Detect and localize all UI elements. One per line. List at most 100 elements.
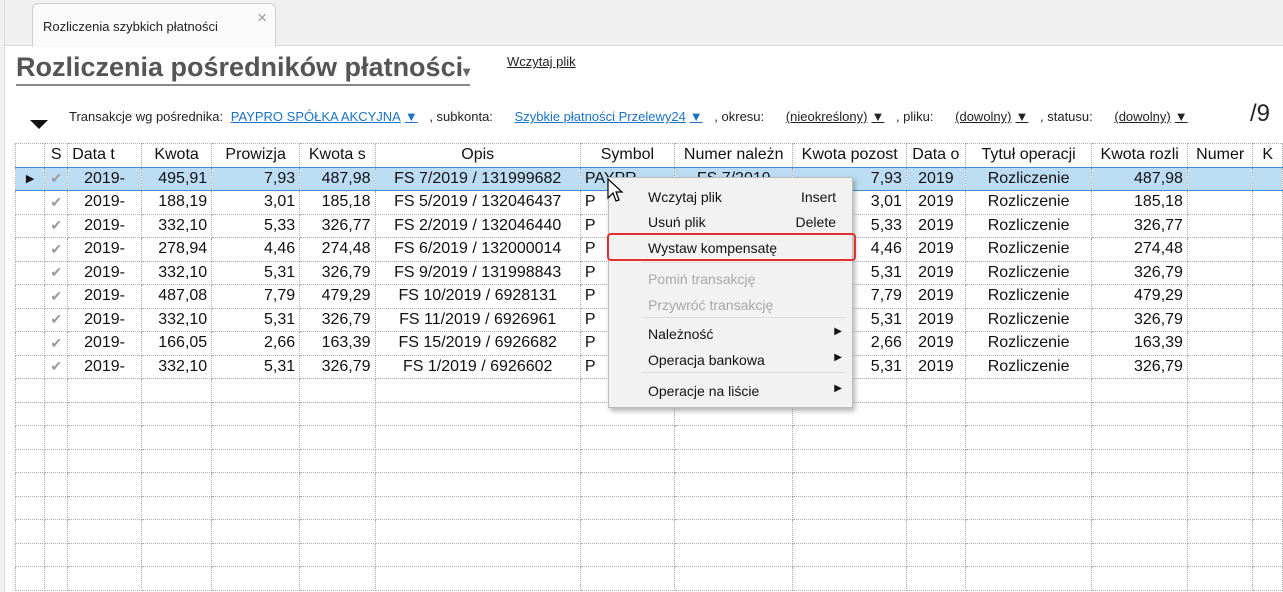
close-icon[interactable]: × (257, 8, 267, 28)
empty-row[interactable] (14, 542, 1283, 567)
menu-item-wystaw-kompensatę[interactable]: Wystaw kompensatę (609, 236, 852, 260)
cell (1252, 472, 1283, 497)
cell: 5,31 (211, 260, 301, 285)
empty-row[interactable] (14, 472, 1283, 497)
empty-row[interactable] (14, 519, 1283, 544)
cell: FS 15/2019 / 6926682 (374, 331, 581, 356)
cell (579, 472, 676, 497)
submenu-arrow-icon: ▶ (834, 352, 842, 363)
cell (44, 448, 69, 473)
cell (1186, 237, 1254, 262)
cell (579, 425, 676, 450)
cell: 2019 (905, 213, 966, 238)
cell (299, 566, 376, 591)
cell (299, 401, 376, 426)
cell (1091, 519, 1188, 544)
row-indicator (14, 542, 46, 567)
column-header[interactable]: Opis (374, 143, 581, 168)
column-header[interactable]: K (1252, 143, 1283, 168)
column-header[interactable]: Data o (905, 143, 966, 168)
column-header[interactable]: Symbol (579, 143, 676, 168)
chevron-down-icon: ▾ (463, 63, 471, 79)
cell: 2019- (67, 237, 142, 262)
row-indicator (14, 307, 46, 332)
context-menu: Wczytaj plik Insert Usuń plik Delete Wystaw … (607, 177, 856, 408)
period-dropdown[interactable]: (nieokreślony) ▼ (786, 109, 889, 124)
column-header[interactable]: S (44, 143, 69, 168)
column-header[interactable]: Kwota pozost (792, 143, 907, 168)
cell (964, 425, 1093, 450)
intermediary-dropdown[interactable]: PAYPRO SPÓŁKA AKCYJNA ▼ (231, 109, 422, 124)
cell (1252, 401, 1283, 426)
status-check-icon: ✔ (44, 260, 69, 285)
cell: 2019- (67, 354, 142, 379)
cell (44, 566, 69, 591)
column-header[interactable]: Numer należn (674, 143, 794, 168)
column-header[interactable]: Data t (67, 143, 142, 168)
empty-row[interactable] (14, 448, 1283, 473)
status-dropdown[interactable]: (dowolny) ▼ (1114, 109, 1191, 124)
status-check-icon: ✔ (44, 190, 69, 215)
cell: Rozliczenie (964, 237, 1093, 262)
status-check-icon: ✔ (44, 307, 69, 332)
cell (299, 425, 376, 450)
menu-item-operacja-bankowa[interactable]: Operacja bankowa ▶ (609, 348, 852, 372)
page-title[interactable]: Rozliczenia pośredników płatności▾ (16, 52, 471, 86)
cell (67, 542, 142, 567)
cell (44, 425, 69, 450)
file-label: , pliku: (895, 109, 934, 124)
cell (1091, 495, 1188, 520)
column-header[interactable]: Tytuł operacji (964, 143, 1093, 168)
left-edge (0, 0, 5, 592)
cell: 188,19 (140, 190, 213, 215)
cell (211, 425, 301, 450)
column-header[interactable]: Kwota s (299, 143, 376, 168)
row-indicator (14, 401, 46, 426)
cell (1252, 542, 1283, 567)
column-header[interactable]: Kwota rozli (1091, 143, 1188, 168)
tab-label: Rozliczenia szybkich płatności (43, 19, 218, 34)
cell (1091, 542, 1188, 567)
tab-rozliczenia[interactable]: Rozliczenia szybkich płatności × (32, 3, 276, 47)
period-value: (nieokreślony) (785, 109, 868, 124)
cell (674, 425, 794, 450)
column-header[interactable]: Prowizja (211, 143, 301, 168)
file-value: (dowolny) (955, 109, 1012, 124)
empty-row[interactable] (14, 566, 1283, 591)
cell (1186, 448, 1254, 473)
file-dropdown[interactable]: (dowolny) ▼ (955, 109, 1032, 124)
cell (792, 425, 907, 450)
empty-row[interactable] (14, 425, 1283, 450)
cell (792, 519, 907, 544)
menu-item-usuń-plik[interactable]: Usuń plik Delete (609, 210, 852, 234)
empty-row[interactable] (14, 495, 1283, 520)
cell (44, 519, 69, 544)
column-header[interactable]: Numer (1186, 143, 1254, 168)
menu-item-należność[interactable]: Należność ▶ (609, 322, 852, 346)
cell (211, 401, 301, 426)
menu-item-przywróć-transakcję[interactable]: Przywróć transakcję (609, 293, 852, 317)
cell: 2019 (905, 237, 966, 262)
dropdown-arrow-icon: ▼ (871, 109, 885, 124)
cell (1091, 448, 1188, 473)
menu-item-pomiń-transakcję[interactable]: Pomiń transakcję (609, 267, 852, 291)
cell: 2019- (67, 190, 142, 215)
cell (1252, 237, 1283, 262)
cell: 163,39 (299, 331, 376, 356)
column-header[interactable] (14, 143, 46, 168)
cell: 7,79 (211, 284, 301, 309)
collapse-triangle-icon[interactable] (30, 120, 48, 129)
menu-item-operacje-na-liście[interactable]: Operacje na liście ▶ (609, 379, 852, 403)
cell (905, 401, 966, 426)
load-file-link[interactable]: Wczytaj plik (507, 54, 576, 69)
cell (1091, 425, 1188, 450)
menu-item-label: Pomiń transakcję (648, 271, 756, 287)
menu-item-wczytaj-plik[interactable]: Wczytaj plik Insert (609, 185, 852, 209)
subaccount-dropdown[interactable]: Szybkie płatności Przelewy24 ▼ (515, 109, 707, 124)
status-value: (dowolny) (1114, 109, 1171, 124)
cell (299, 448, 376, 473)
cell: 278,94 (140, 237, 213, 262)
cell (792, 472, 907, 497)
column-header[interactable]: Kwota (140, 143, 213, 168)
cell (1186, 472, 1254, 497)
